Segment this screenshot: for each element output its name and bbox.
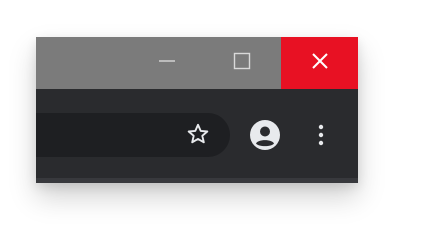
profile-button[interactable]: [249, 119, 281, 156]
maximize-icon: [233, 52, 251, 75]
close-icon: [311, 52, 329, 75]
maximize-button[interactable]: [219, 37, 265, 89]
minimize-icon: [157, 54, 177, 72]
title-bar[interactable]: [36, 37, 358, 89]
account-circle-icon: [249, 119, 281, 156]
address-bar[interactable]: [36, 113, 230, 157]
close-button[interactable]: [281, 37, 358, 89]
minimize-button[interactable]: [144, 37, 190, 89]
tab-strip: [36, 89, 358, 109]
toolbar-bottom-border: [36, 178, 358, 183]
bookmark-button[interactable]: [185, 123, 211, 149]
star-icon: [186, 122, 210, 151]
more-vertical-icon: [317, 123, 325, 152]
menu-button[interactable]: [310, 121, 332, 153]
browser-window: [36, 37, 358, 183]
